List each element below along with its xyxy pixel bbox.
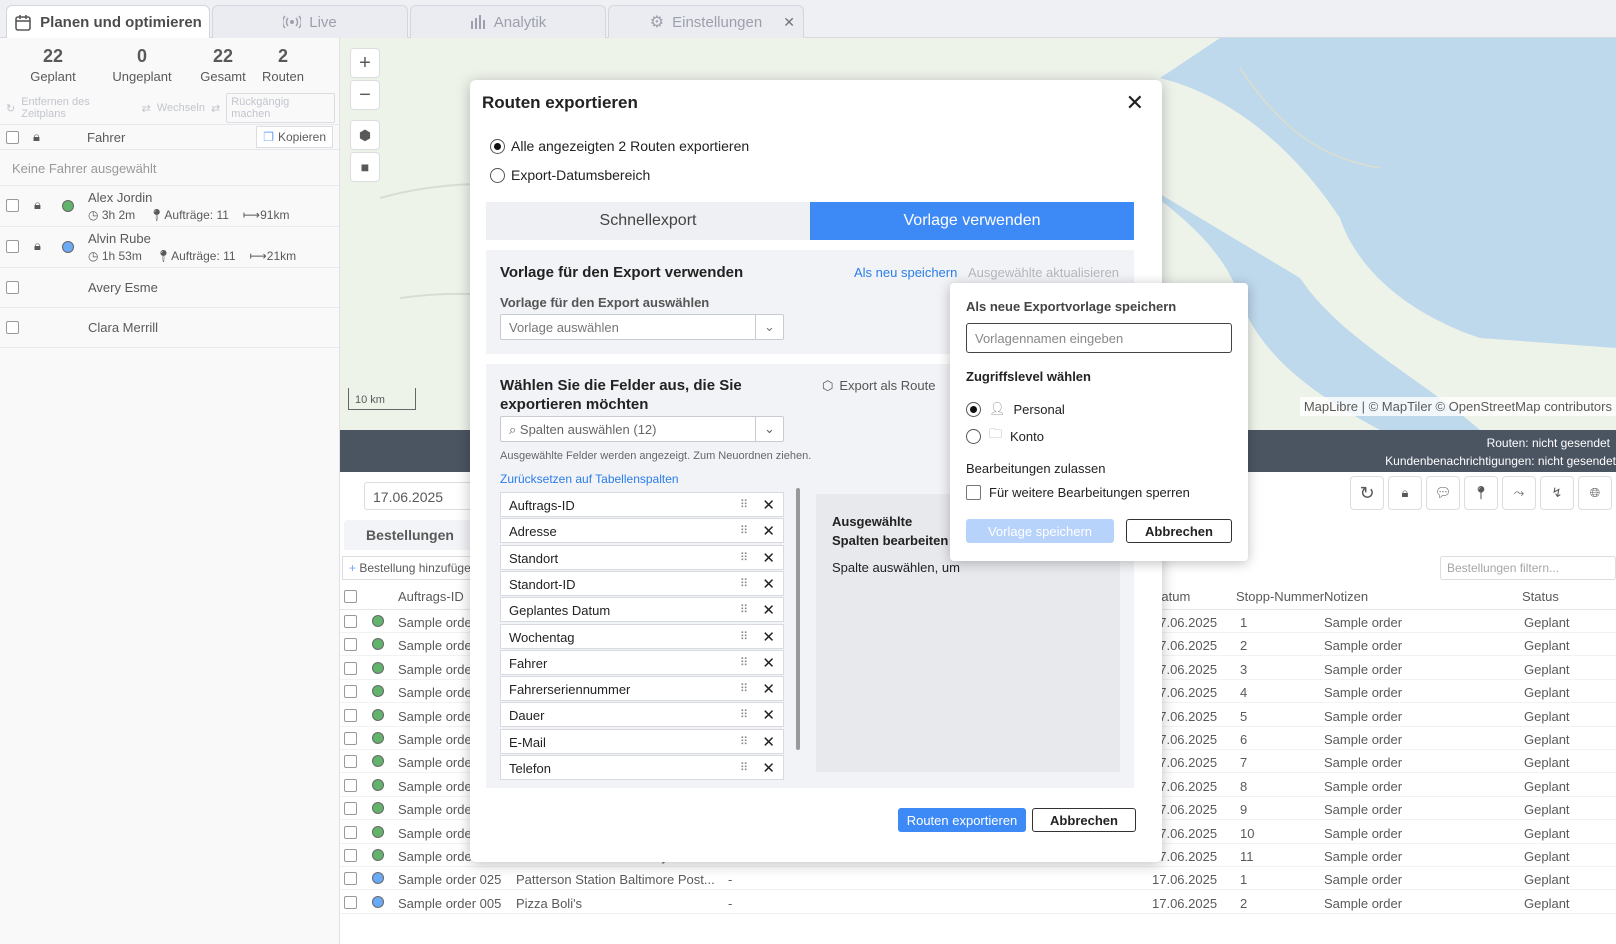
remove-field-icon[interactable]: ✕: [762, 733, 775, 751]
lock-edits-label: Für weitere Bearbeitungen sperren: [989, 485, 1190, 500]
export-range-label: Export-Datumsbereich: [511, 167, 651, 183]
drag-handle-icon[interactable]: ⠿: [740, 524, 749, 537]
fields-hint: Ausgewählte Felder werden angezeigt. Zum…: [500, 450, 812, 462]
drag-handle-icon[interactable]: ⠿: [740, 498, 749, 511]
selected-field-item[interactable]: Geplantes Datum ⠿ ✕: [500, 597, 784, 623]
selected-field-item[interactable]: Dauer ⠿ ✕: [500, 702, 784, 728]
template-name-input[interactable]: Vorlagennamen eingeben: [966, 323, 1232, 353]
lock-edits-checkbox[interactable]: [966, 485, 981, 500]
fields-title: Wählen Sie die Felder aus, die Sie expor…: [500, 377, 742, 413]
person-icon: 👤︎: [989, 401, 1006, 416]
selected-field-item[interactable]: Adresse ⠿ ✕: [500, 518, 784, 544]
field-label: E-Mail: [509, 734, 546, 750]
lock-edits-option[interactable]: Für weitere Bearbeitungen sperren: [966, 485, 1190, 500]
selected-field-item[interactable]: Telefon ⠿ ✕: [500, 755, 784, 780]
drag-handle-icon[interactable]: ⠿: [740, 656, 749, 669]
remove-field-icon[interactable]: ✕: [762, 522, 775, 540]
save-as-new-link[interactable]: Als neu speichern: [854, 265, 957, 280]
drag-handle-icon[interactable]: ⠿: [740, 551, 749, 564]
remove-field-icon[interactable]: ✕: [762, 628, 775, 646]
use-template-tab[interactable]: Vorlage verwenden: [810, 202, 1134, 240]
access-account-option[interactable]: 🗀 Konto: [966, 425, 1044, 447]
quick-export-tab[interactable]: Schnellexport: [486, 202, 810, 240]
export-range-option[interactable]: Export-Datumsbereich: [490, 167, 650, 183]
export-all-option[interactable]: Alle angezeigten 2 Routen exportieren: [490, 138, 749, 154]
popover-title: Als neue Exportvorlage speichern: [966, 299, 1177, 314]
field-label: Geplantes Datum: [509, 603, 611, 619]
remove-field-icon[interactable]: ✕: [762, 601, 775, 619]
field-label: Adresse: [509, 524, 557, 540]
remove-field-icon[interactable]: ✕: [762, 575, 775, 593]
select-template-label: Vorlage für den Export auswählen: [500, 295, 710, 310]
update-selected-link[interactable]: Ausgewählte aktualisieren: [968, 265, 1119, 280]
field-label: Standort: [509, 550, 559, 566]
box-icon: ⬡: [822, 378, 834, 393]
template-select-placeholder: Vorlage auswählen: [509, 320, 619, 335]
field-label: Auftrags-ID: [509, 498, 575, 513]
edit-columns-hint: Spalte auswählen, um: [832, 560, 960, 575]
field-label: Telefon: [509, 761, 551, 776]
selected-field-item[interactable]: E-Mail ⠿ ✕: [500, 728, 784, 754]
chevron-down-icon: ⌄: [755, 417, 783, 441]
selected-field-item[interactable]: Standort ⠿ ✕: [500, 544, 784, 570]
field-label: Fahrerseriennummer: [509, 682, 631, 698]
selected-field-item[interactable]: Wochentag ⠿ ✕: [500, 623, 784, 649]
field-label: Fahrer: [509, 655, 548, 671]
search-icon: ⌕: [509, 422, 517, 437]
personal-label: Personal: [1013, 401, 1065, 417]
export-as-route-label: Export als Route: [839, 378, 936, 393]
selected-field-item[interactable]: Fahrer ⠿ ✕: [500, 649, 784, 675]
export-all-label: Alle angezeigten 2 Routen exportieren: [511, 138, 750, 154]
export-as-route-toggle[interactable]: ⬡ Export als Route: [822, 378, 935, 394]
columns-select-placeholder: Spalten auswählen (12): [519, 422, 657, 437]
field-label: Dauer: [509, 708, 545, 724]
remove-field-icon[interactable]: ✕: [762, 759, 775, 777]
export-mode-toggle: Schnellexport Vorlage verwenden: [486, 202, 1134, 240]
drag-handle-icon[interactable]: ⠿: [740, 682, 749, 695]
close-icon[interactable]: ✕: [1126, 90, 1144, 116]
radio-export-all[interactable]: [490, 138, 505, 154]
access-personal-option[interactable]: 👤︎ Personal: [966, 401, 1065, 417]
field-label: Standort-ID: [509, 576, 576, 592]
fields-scrollbar[interactable]: [796, 488, 800, 750]
field-label: Wochentag: [509, 629, 575, 645]
drag-handle-icon[interactable]: ⠿: [740, 735, 749, 748]
remove-field-icon[interactable]: ✕: [762, 654, 775, 672]
allow-edits-label: Bearbeitungen zulassen: [966, 461, 1106, 476]
drag-handle-icon[interactable]: ⠿: [740, 708, 749, 721]
remove-field-icon[interactable]: ✕: [762, 706, 775, 724]
access-level-label: Zugriffslevel wählen: [966, 369, 1091, 384]
save-template-popover: Als neue Exportvorlage speichern Vorlage…: [950, 283, 1248, 561]
account-label: Konto: [1010, 428, 1044, 444]
remove-field-icon[interactable]: ✕: [762, 549, 775, 567]
dialog-title: Routen exportieren: [482, 93, 638, 112]
folder-user-icon: 🗀: [989, 426, 1003, 441]
selected-field-item[interactable]: Fahrerseriennummer ⠿ ✕: [500, 676, 784, 702]
export-routes-button[interactable]: Routen exportieren: [898, 808, 1026, 832]
drag-handle-icon[interactable]: ⠿: [740, 603, 749, 616]
cancel-button[interactable]: Abbrechen: [1032, 808, 1136, 832]
radio-export-range[interactable]: [490, 167, 505, 183]
reset-columns-link[interactable]: Zurücksetzen auf Tabellenspalten: [500, 472, 679, 486]
selected-field-item[interactable]: Auftrags-ID ⠿ ✕: [500, 492, 784, 517]
drag-handle-icon[interactable]: ⠿: [740, 577, 749, 590]
drag-handle-icon[interactable]: ⠿: [740, 630, 749, 643]
radio-personal[interactable]: [966, 401, 981, 417]
chevron-down-icon: ⌄: [755, 315, 783, 339]
popover-cancel-button[interactable]: Abbrechen: [1126, 519, 1232, 543]
radio-account[interactable]: [966, 428, 981, 444]
edit-columns-title: Ausgewählte Spalten bearbeiten: [832, 514, 949, 548]
template-select[interactable]: Vorlage auswählen ⌄: [500, 314, 784, 340]
remove-field-icon[interactable]: ✕: [762, 496, 775, 514]
drag-handle-icon[interactable]: ⠿: [740, 761, 749, 774]
save-template-button[interactable]: Vorlage speichern: [966, 519, 1114, 543]
columns-select[interactable]: ⌕ Spalten auswählen (12) ⌄: [500, 416, 784, 442]
remove-field-icon[interactable]: ✕: [762, 680, 775, 698]
template-title: Vorlage für den Export verwenden: [500, 264, 744, 281]
selected-field-item[interactable]: Standort-ID ⠿ ✕: [500, 570, 784, 596]
